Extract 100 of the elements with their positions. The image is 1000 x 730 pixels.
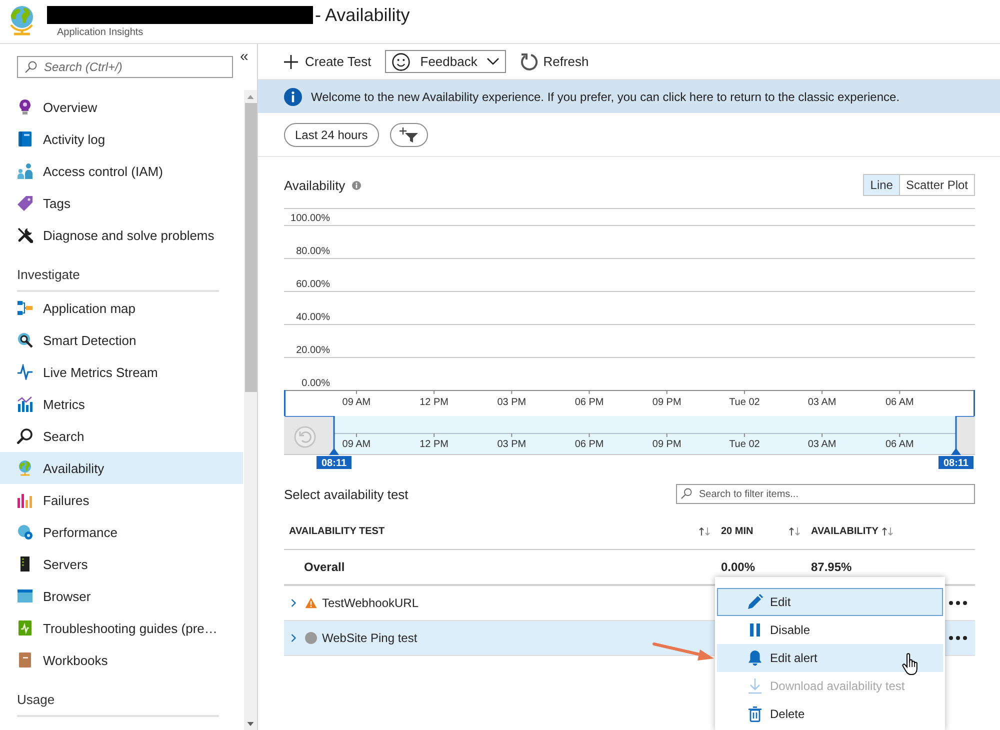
nav-item[interactable]: Metrics — [0, 388, 243, 420]
axis-label: 09 PM — [652, 397, 682, 408]
more-button[interactable] — [947, 599, 969, 607]
pause-icon — [747, 622, 763, 638]
axis-label: 09 AM — [342, 397, 371, 408]
add-filter-icon — [398, 127, 419, 143]
nav-item[interactable]: Search — [0, 420, 243, 452]
gear-magnifier-icon — [17, 332, 33, 348]
table-cell: TestWebhookURL — [322, 596, 418, 610]
time-range-button[interactable]: Last 24 hours — [284, 123, 379, 147]
window-icon — [17, 588, 33, 604]
menu-item[interactable]: Delete — [717, 700, 943, 728]
nav-item[interactable]: Browser — [0, 580, 243, 612]
nav-item[interactable]: Overview — [0, 91, 243, 123]
chevron-icon[interactable] — [290, 633, 297, 643]
pulse-icon — [17, 364, 33, 380]
people-icon — [17, 163, 33, 179]
scrollbar-thumb[interactable] — [244, 103, 256, 392]
hand-cursor-icon — [902, 653, 919, 676]
axis-label: 100.00% — [290, 213, 330, 224]
book-icon — [17, 620, 33, 636]
create-button[interactable]: Create Test — [284, 54, 372, 69]
column-header: 20 MIN — [721, 526, 754, 537]
axis-label: 12 PM — [420, 397, 449, 408]
collapse-button[interactable]: « — [240, 49, 248, 65]
sort-icon[interactable] — [699, 527, 710, 536]
axis-label: 20.00% — [296, 345, 330, 356]
tools-icon — [17, 227, 33, 243]
search-icon — [17, 428, 33, 444]
search-icon — [681, 488, 692, 499]
section-title: Select availability test — [284, 486, 408, 502]
bar-chart-icon — [17, 492, 33, 508]
nav-item[interactable]: Tags — [0, 187, 243, 219]
plus-icon — [284, 54, 298, 68]
section-heading: Investigate — [17, 267, 80, 283]
bar-chart-icon — [17, 396, 33, 412]
axis-label: 06 AM — [885, 397, 914, 408]
nav-item[interactable]: Diagnose and solve problems — [0, 219, 243, 251]
table-cell: 0.00% — [721, 560, 756, 574]
axis-label: 60.00% — [296, 279, 330, 290]
axis-label: 03 PM — [497, 439, 526, 450]
axis-label: 03 AM — [808, 439, 836, 450]
search-field[interactable]: Search (Ctrl+/) — [17, 56, 233, 78]
axis-label: 12 PM — [420, 439, 449, 450]
menu-item[interactable]: Edit alert — [717, 644, 943, 672]
search-field[interactable]: Search to filter items... — [676, 484, 975, 504]
time-range-brush[interactable]: 09 AM 12 PM 03 PM 06 PM 09 PM Tue 02 03 AM 06 AM 08:11 08:11 — [284, 416, 975, 470]
table-cell: Overall — [304, 560, 345, 574]
trash-icon — [747, 706, 763, 722]
page-title: - Availability — [315, 5, 410, 25]
more-button[interactable] — [947, 634, 969, 642]
nav-item[interactable]: Availability — [0, 452, 243, 484]
page-subtitle: Application Insights — [57, 27, 144, 39]
axis-label: 06 AM — [885, 439, 914, 450]
menu-item[interactable]: Edit — [717, 588, 943, 616]
diagram-icon — [17, 300, 33, 316]
column-header: AVAILABILITY — [811, 526, 878, 537]
pencil-icon — [747, 594, 763, 610]
axis-label: 09 PM — [652, 439, 682, 450]
notebook-icon — [17, 652, 33, 668]
axis-label: 06 PM — [574, 439, 604, 450]
caret-icon — [487, 58, 500, 65]
chart-title: Availability — [284, 178, 346, 192]
globe-icon — [17, 460, 33, 476]
info-icon — [352, 180, 362, 190]
chevron-icon[interactable] — [290, 598, 297, 608]
column-header: AVAILABILITY TEST — [289, 526, 385, 537]
axis-label: Tue 02 — [729, 397, 760, 408]
nav-item[interactable]: Troubleshooting guides (pre… — [0, 612, 243, 644]
more-icon — [949, 636, 967, 640]
axis-label: 09 AM — [342, 439, 371, 450]
nav-item[interactable]: Activity log — [0, 123, 243, 155]
nav-item[interactable]: Live Metrics Stream — [0, 356, 243, 388]
banner-message: Welcome to the new Availability experience. If you prefer, you can click here to return to the classic experience. — [311, 90, 900, 104]
table-cell: WebSite Ping test — [322, 631, 418, 645]
refresh-button[interactable]: Refresh — [520, 52, 589, 70]
nav-item[interactable]: Failures — [0, 484, 243, 516]
feedback-dropdown[interactable]: Feedback — [385, 50, 506, 73]
nav-item[interactable]: Workbooks — [0, 644, 243, 676]
nav-item[interactable]: Access control (IAM) — [0, 155, 243, 187]
nav-item[interactable]: Servers — [0, 548, 243, 580]
axis-label: 40.00% — [296, 312, 330, 323]
sort-icon[interactable] — [789, 527, 800, 536]
more-icon — [949, 601, 967, 605]
view-toggle-button[interactable]: Line — [864, 175, 899, 195]
axis-label: 06 PM — [574, 397, 604, 408]
axis-label: Tue 02 — [729, 439, 760, 450]
table-cell: 87.95% — [811, 560, 852, 574]
scroll-down-icon[interactable] — [247, 722, 254, 726]
lightbulb-icon — [17, 99, 33, 115]
info-icon — [284, 88, 302, 106]
globe-icon — [8, 4, 36, 36]
section-heading: Usage — [17, 692, 55, 708]
nav-item[interactable]: Smart Detection — [0, 324, 243, 356]
axis-label: 0.00% — [302, 378, 330, 389]
add-filter-button[interactable] — [390, 123, 428, 147]
annotation-arrow — [652, 641, 716, 663]
nav-item[interactable]: Application map — [0, 292, 243, 324]
nav-item[interactable]: Performance — [0, 516, 243, 548]
sort-icon[interactable] — [882, 527, 894, 536]
